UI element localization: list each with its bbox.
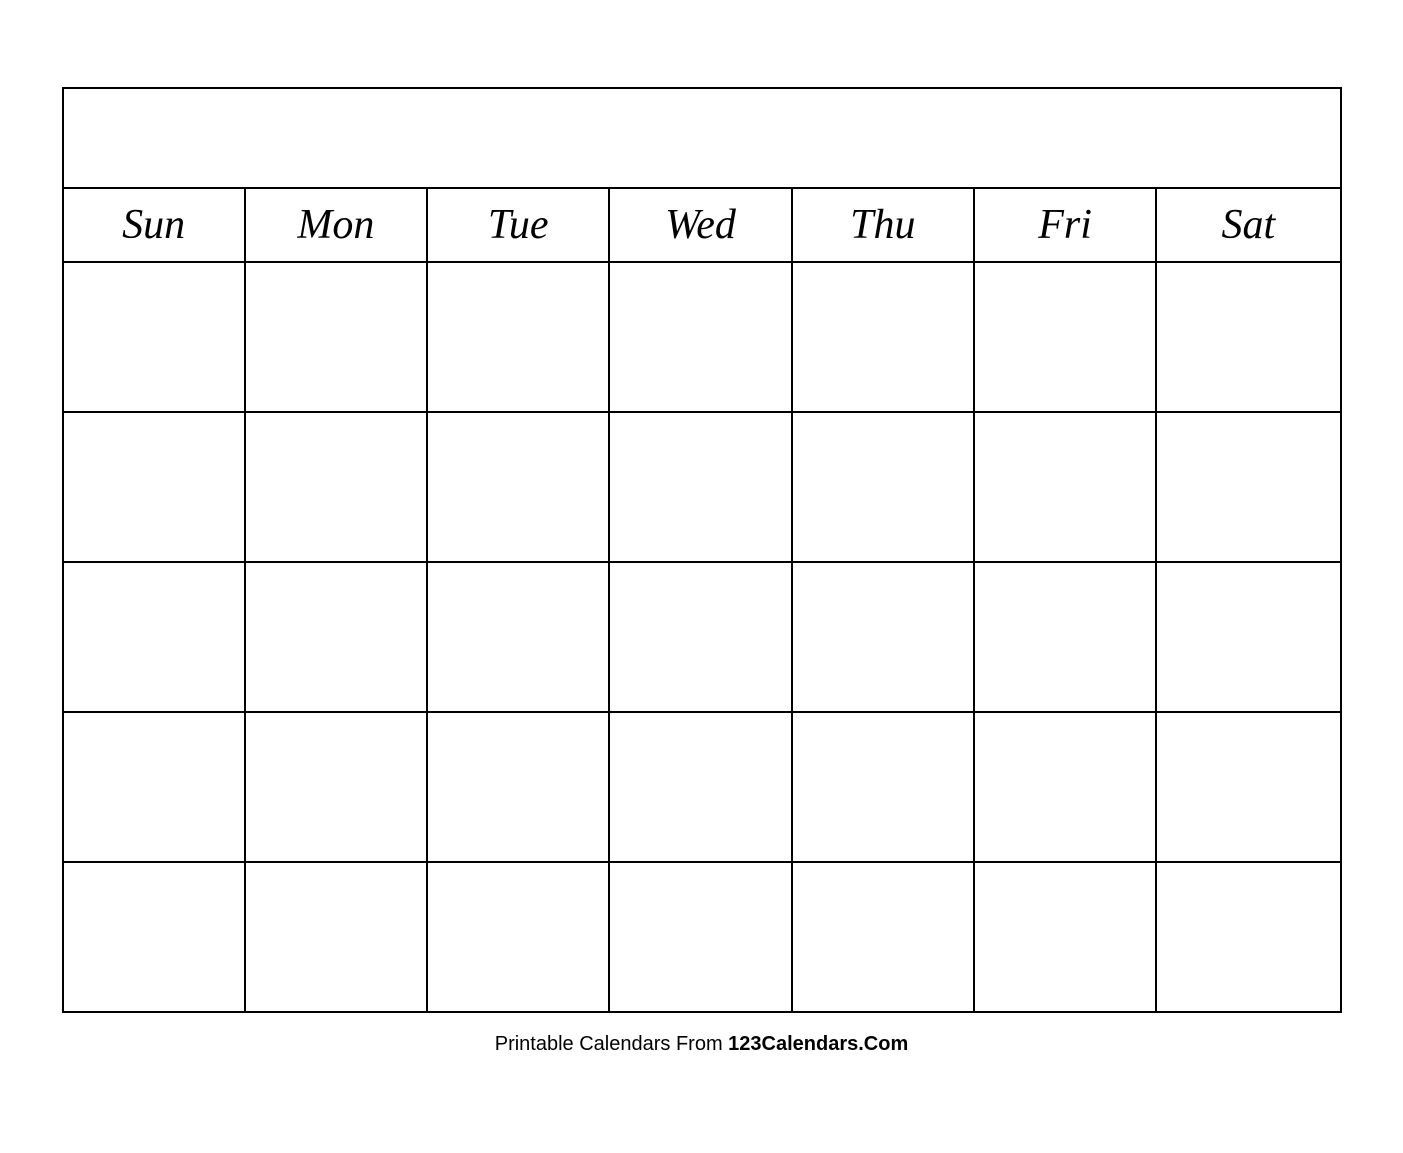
cell-5-fri[interactable] <box>975 863 1157 1011</box>
cell-3-wed[interactable] <box>610 563 792 711</box>
header-mon: Mon <box>246 189 428 261</box>
cell-2-fri[interactable] <box>975 413 1157 561</box>
cell-1-sat[interactable] <box>1157 263 1339 411</box>
cell-2-mon[interactable] <box>246 413 428 561</box>
cell-1-mon[interactable] <box>246 263 428 411</box>
header-sat: Sat <box>1157 189 1339 261</box>
cell-1-fri[interactable] <box>975 263 1157 411</box>
calendar-header-row: Sun Mon Tue Wed Thu Fri Sat <box>64 189 1340 263</box>
cell-4-sun[interactable] <box>64 713 246 861</box>
cell-2-sun[interactable] <box>64 413 246 561</box>
calendar-row-4 <box>64 713 1340 863</box>
cell-5-mon[interactable] <box>246 863 428 1011</box>
cell-4-sat[interactable] <box>1157 713 1339 861</box>
footer-text-normal: Printable Calendars From <box>495 1033 728 1055</box>
cell-3-fri[interactable] <box>975 563 1157 711</box>
cell-4-fri[interactable] <box>975 713 1157 861</box>
cell-2-tue[interactable] <box>428 413 610 561</box>
cell-3-mon[interactable] <box>246 563 428 711</box>
cell-1-sun[interactable] <box>64 263 246 411</box>
cell-4-tue[interactable] <box>428 713 610 861</box>
header-thu: Thu <box>793 189 975 261</box>
cell-1-wed[interactable] <box>610 263 792 411</box>
cell-5-sun[interactable] <box>64 863 246 1011</box>
calendar-container: Sun Mon Tue Wed Thu Fri Sat <box>62 87 1342 1013</box>
page-wrapper: Sun Mon Tue Wed Thu Fri Sat <box>42 67 1362 1086</box>
calendar-row-5 <box>64 863 1340 1011</box>
cell-5-thu[interactable] <box>793 863 975 1011</box>
cell-2-sat[interactable] <box>1157 413 1339 561</box>
header-wed: Wed <box>610 189 792 261</box>
footer: Printable Calendars From 123Calendars.Co… <box>62 1013 1342 1066</box>
header-sun: Sun <box>64 189 246 261</box>
cell-3-sat[interactable] <box>1157 563 1339 711</box>
cell-5-wed[interactable] <box>610 863 792 1011</box>
cell-1-tue[interactable] <box>428 263 610 411</box>
header-fri: Fri <box>975 189 1157 261</box>
footer-text-bold: 123Calendars.Com <box>728 1033 908 1055</box>
cell-2-wed[interactable] <box>610 413 792 561</box>
cell-1-thu[interactable] <box>793 263 975 411</box>
cell-5-sat[interactable] <box>1157 863 1339 1011</box>
cell-4-wed[interactable] <box>610 713 792 861</box>
cell-3-thu[interactable] <box>793 563 975 711</box>
cell-3-sun[interactable] <box>64 563 246 711</box>
calendar-row-3 <box>64 563 1340 713</box>
cell-5-tue[interactable] <box>428 863 610 1011</box>
calendar-row-1 <box>64 263 1340 413</box>
calendar-body <box>64 263 1340 1011</box>
calendar-title-row <box>64 89 1340 189</box>
calendar-row-2 <box>64 413 1340 563</box>
cell-4-thu[interactable] <box>793 713 975 861</box>
cell-2-thu[interactable] <box>793 413 975 561</box>
header-tue: Tue <box>428 189 610 261</box>
cell-4-mon[interactable] <box>246 713 428 861</box>
cell-3-tue[interactable] <box>428 563 610 711</box>
